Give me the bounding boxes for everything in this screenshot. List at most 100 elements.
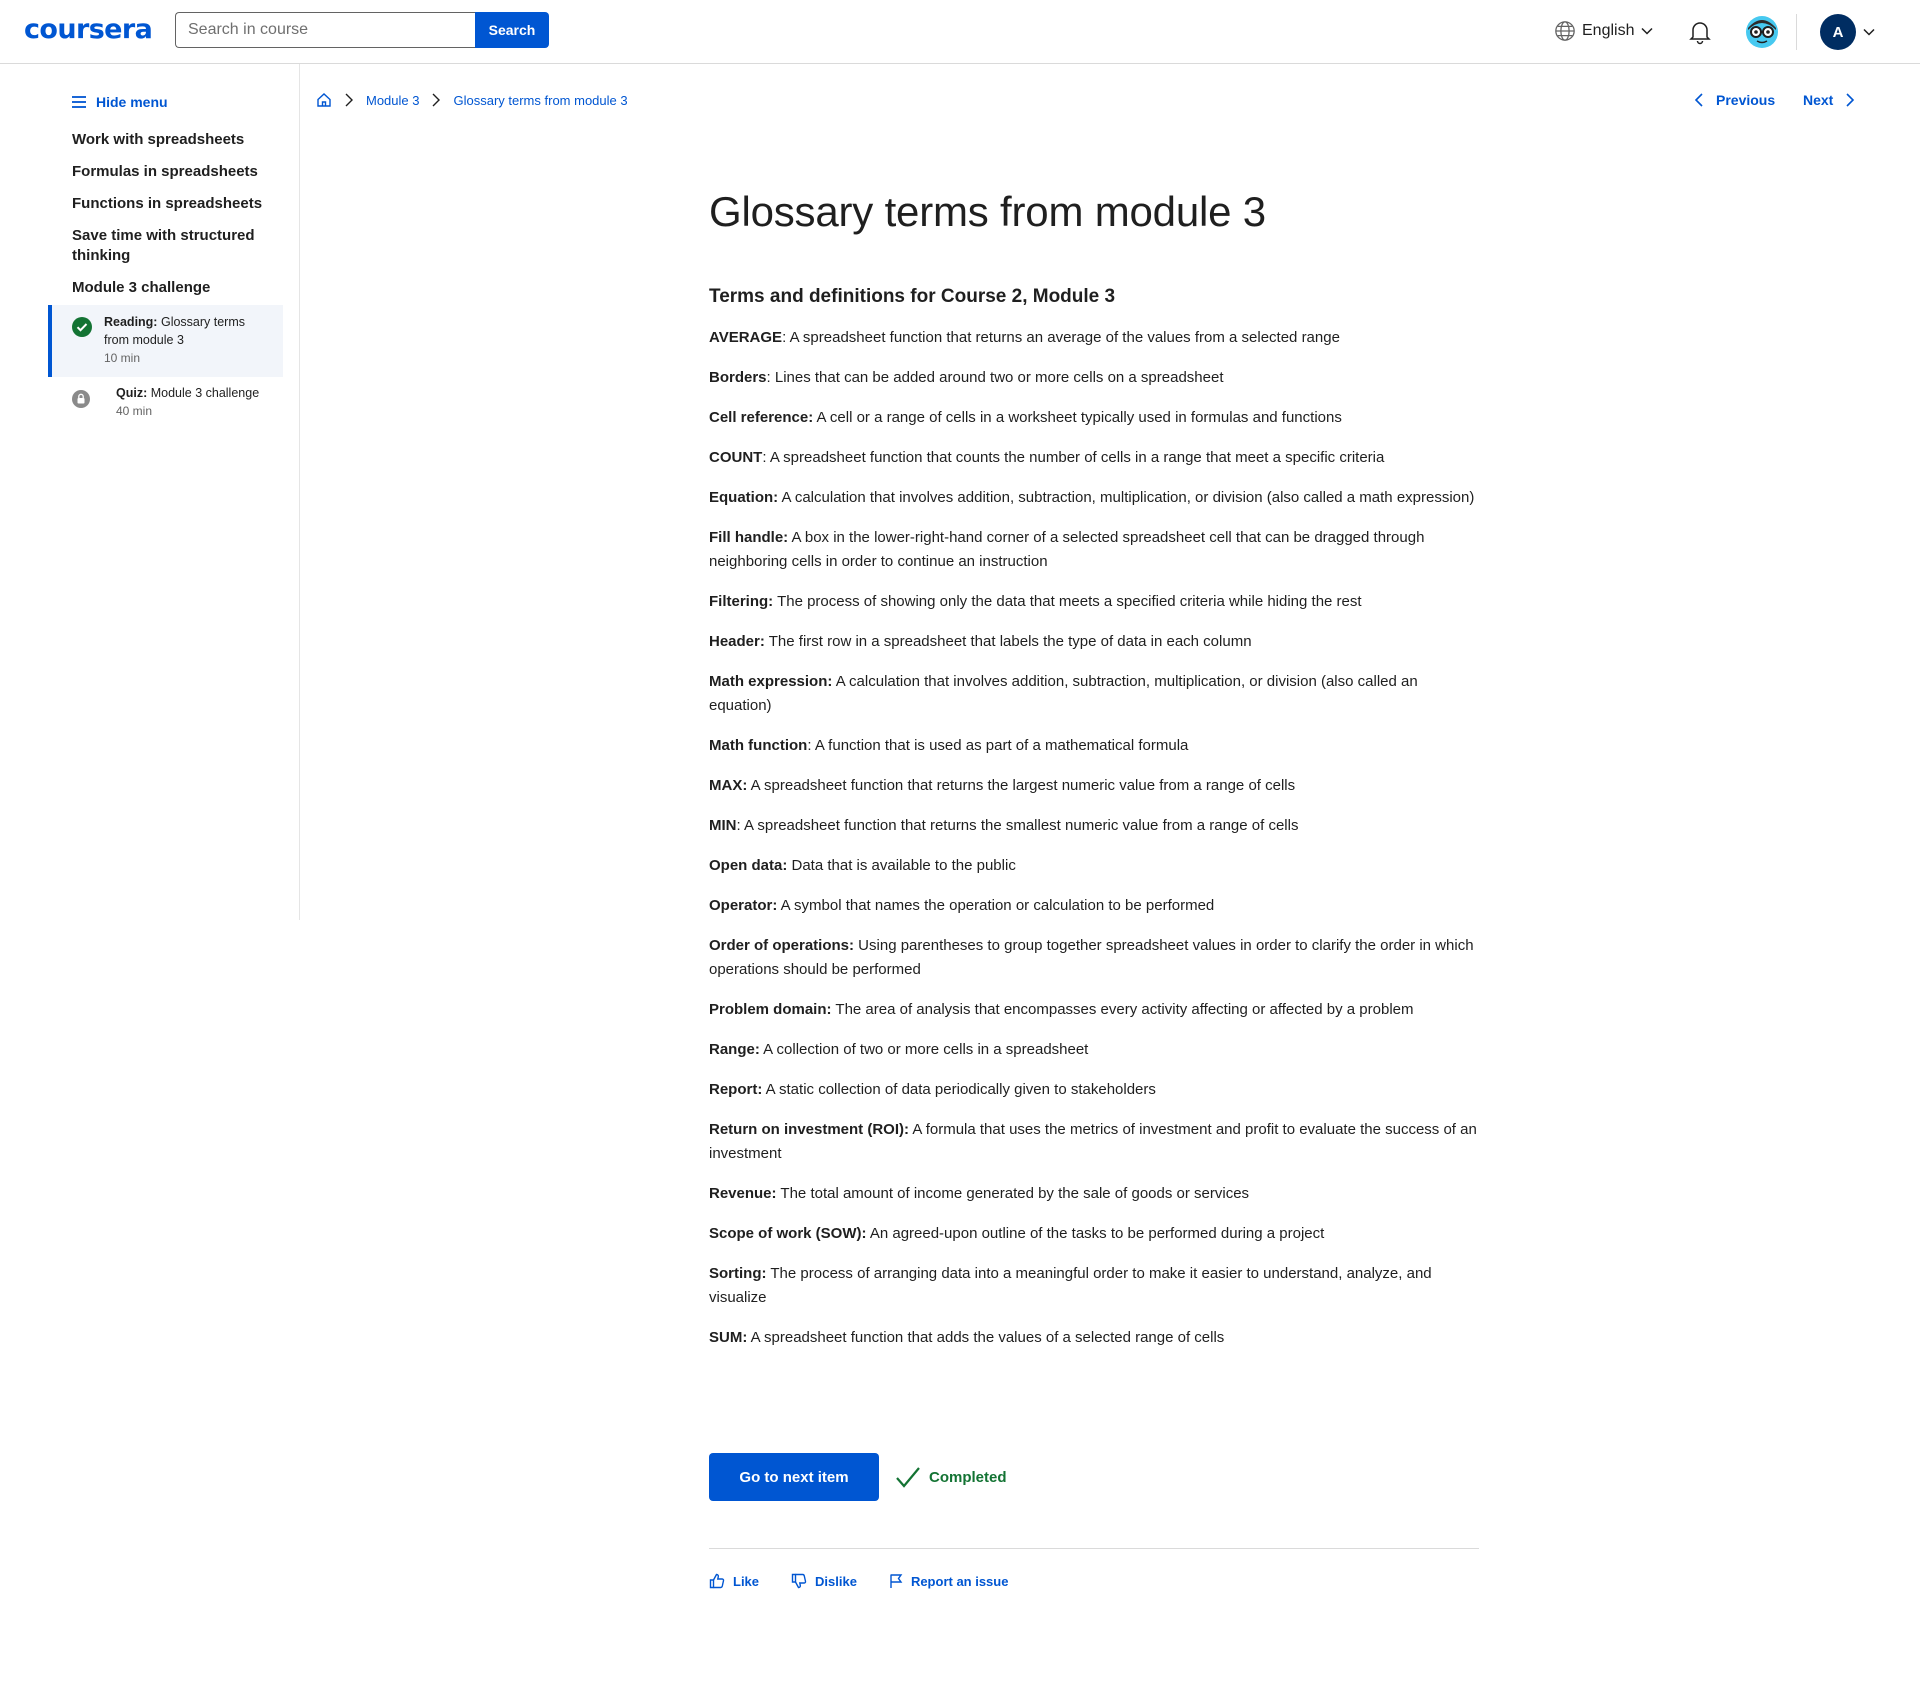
- glossary-term: COUNT: A spreadsheet function that count…: [709, 446, 1479, 470]
- glossary-term: Order of operations: Using parentheses t…: [709, 934, 1479, 982]
- term-name: Sorting:: [709, 1265, 767, 1282]
- sidebar-item-formulas[interactable]: Formulas in spreadsheets: [72, 162, 272, 182]
- header-divider: [1796, 14, 1797, 50]
- search-bar: Search: [175, 12, 549, 48]
- sidebar-subitem-reading[interactable]: Reading: Glossary terms from module 3 10…: [48, 305, 283, 377]
- report-issue-button[interactable]: Report an issue: [889, 1573, 1008, 1589]
- breadcrumb-module[interactable]: Module 3: [366, 93, 419, 108]
- glossary-list: AVERAGE : A spreadsheet function that ret…: [709, 326, 1479, 1350]
- lock-icon: [72, 390, 90, 408]
- glossary-term: Report: A static collection of data peri…: [709, 1078, 1479, 1102]
- glossary-term: Filtering: The process of showing only t…: [709, 590, 1479, 614]
- term-definition: The area of analysis that encompasses ev…: [831, 1001, 1414, 1018]
- sidebar-item-structured-thinking[interactable]: Save time with structured thinking: [72, 226, 272, 266]
- previous-button[interactable]: Previous: [1694, 92, 1775, 108]
- glossary-term: AVERAGE: A spreadsheet function that ret…: [709, 326, 1479, 350]
- go-to-next-item-button[interactable]: Go to next item: [709, 1453, 879, 1501]
- term-definition: A box in the lower-right-hand corner of …: [709, 529, 1425, 570]
- subitem-duration: 10 min: [104, 351, 141, 365]
- flag-icon: [890, 1574, 903, 1588]
- glossary-term: Equation: A calculation that involves ad…: [709, 486, 1479, 510]
- term-name: Math expression:: [709, 673, 833, 690]
- subitem-duration: 40 min: [116, 404, 153, 418]
- glossary-term: Scope of work (SOW): An agreed-upon outl…: [709, 1222, 1479, 1246]
- breadcrumb-current[interactable]: Glossary terms from module 3: [453, 93, 627, 108]
- like-label: Like: [733, 1573, 760, 1589]
- notifications-button[interactable]: [1688, 19, 1712, 50]
- sidebar-item-work-with-spreadsheets[interactable]: Work with spreadsheets: [72, 130, 272, 150]
- home-icon[interactable]: [316, 92, 332, 108]
- term-name: Scope of work (SOW):: [709, 1225, 867, 1242]
- term-name: Problem domain:: [709, 1001, 832, 1018]
- completion-actions: Go to next item Completed: [709, 1453, 1007, 1501]
- glossary-term: Operator: A symbol that names the operat…: [709, 894, 1479, 918]
- term-definition: A spreadsheet function that returns the …: [747, 777, 1296, 794]
- glossary-term: Revenue: The total amount of income gene…: [709, 1182, 1479, 1206]
- glossary-term: Problem domain: The area of analysis tha…: [709, 998, 1479, 1022]
- dislike-button[interactable]: Dislike: [791, 1573, 857, 1589]
- completed-status: Completed: [895, 1466, 1007, 1488]
- top-navigation-bar: coursera Search English A: [0, 0, 1920, 64]
- menu-icon: [72, 96, 86, 108]
- term-name: Filtering:: [709, 593, 774, 610]
- breadcrumb: Module 3 Glossary terms from module 3: [316, 92, 628, 108]
- sidebar-subitem-quiz[interactable]: Quiz: Module 3 challenge 40 min: [48, 382, 283, 432]
- term-name: Range:: [709, 1041, 760, 1058]
- sidebar-item-functions[interactable]: Functions in spreadsheets: [72, 194, 272, 214]
- term-name: MAX:: [709, 777, 748, 794]
- previous-label: Previous: [1716, 92, 1776, 108]
- term-name: Report:: [709, 1081, 763, 1098]
- thumbs-up-icon: [709, 1573, 725, 1589]
- term-name: Return on investment (ROI):: [709, 1121, 910, 1138]
- term-name: MIN: [709, 817, 737, 834]
- language-selector[interactable]: English: [1554, 20, 1654, 42]
- coach-icon: [1746, 16, 1778, 48]
- glossary-term: Range: A collection of two or more cells…: [709, 1038, 1479, 1062]
- language-label: English: [1582, 22, 1635, 39]
- user-menu[interactable]: A: [1820, 14, 1876, 50]
- hide-menu-button[interactable]: Hide menu: [72, 94, 168, 110]
- checkmark-icon: [896, 1467, 920, 1488]
- bell-icon: [1689, 22, 1711, 45]
- coursera-logo[interactable]: coursera: [24, 14, 153, 45]
- coach-button[interactable]: [1744, 14, 1780, 50]
- glossary-term: Math expression: A calculation that invo…: [709, 670, 1479, 718]
- term-definition: A static collection of data periodically…: [762, 1081, 1156, 1098]
- content-divider: [709, 1548, 1479, 1549]
- term-name: SUM:: [709, 1329, 748, 1346]
- glossary-term: MAX: A spreadsheet function that returns…: [709, 774, 1479, 798]
- term-definition: The process of arranging data into a mea…: [709, 1265, 1432, 1306]
- hide-menu-label: Hide menu: [96, 94, 168, 110]
- next-button[interactable]: Next: [1803, 92, 1855, 108]
- term-name: Operator:: [709, 897, 778, 914]
- feedback-bar: Like Dislike Report an issue: [709, 1573, 1008, 1589]
- dislike-label: Dislike: [815, 1573, 857, 1589]
- term-name: AVERAGE: [709, 329, 783, 346]
- chevron-right-icon: [432, 93, 441, 107]
- term-name: COUNT: [709, 449, 763, 466]
- like-button[interactable]: Like: [709, 1573, 759, 1589]
- glossary-term: Math function: A function that is used a…: [709, 734, 1479, 758]
- glossary-term: SUM: A spreadsheet function that adds th…: [709, 1326, 1479, 1350]
- term-name: Equation:: [709, 489, 779, 506]
- search-input[interactable]: [175, 12, 475, 48]
- term-name: Fill handle:: [709, 529, 789, 546]
- globe-icon: [1555, 21, 1575, 41]
- thumbs-down-icon: [791, 1573, 807, 1589]
- search-button[interactable]: Search: [475, 12, 549, 48]
- sidebar-item-module-3-challenge[interactable]: Module 3 challenge: [72, 278, 272, 298]
- term-definition: A calculation that involves addition, su…: [778, 489, 1475, 506]
- next-label: Next: [1803, 92, 1834, 108]
- term-definition: The process of showing only the data tha…: [773, 593, 1362, 610]
- glossary-term: Open data: Data that is available to the…: [709, 854, 1479, 878]
- chevron-right-icon: [345, 93, 353, 107]
- term-name: Header:: [709, 633, 765, 650]
- subitem-title: Module 3 challenge: [150, 386, 260, 400]
- subitem-quiz-text: Quiz: Module 3 challenge: [116, 384, 276, 402]
- glossary-term: Cell reference: A cell or a range of cel…: [709, 406, 1479, 430]
- term-name: Borders: [709, 369, 767, 386]
- completed-check-icon: [72, 317, 92, 337]
- term-definition: : A spreadsheet function that returns th…: [736, 817, 1299, 834]
- term-definition: : A function that is used as part of a m…: [807, 737, 1189, 754]
- chevron-right-icon: [1846, 93, 1855, 107]
